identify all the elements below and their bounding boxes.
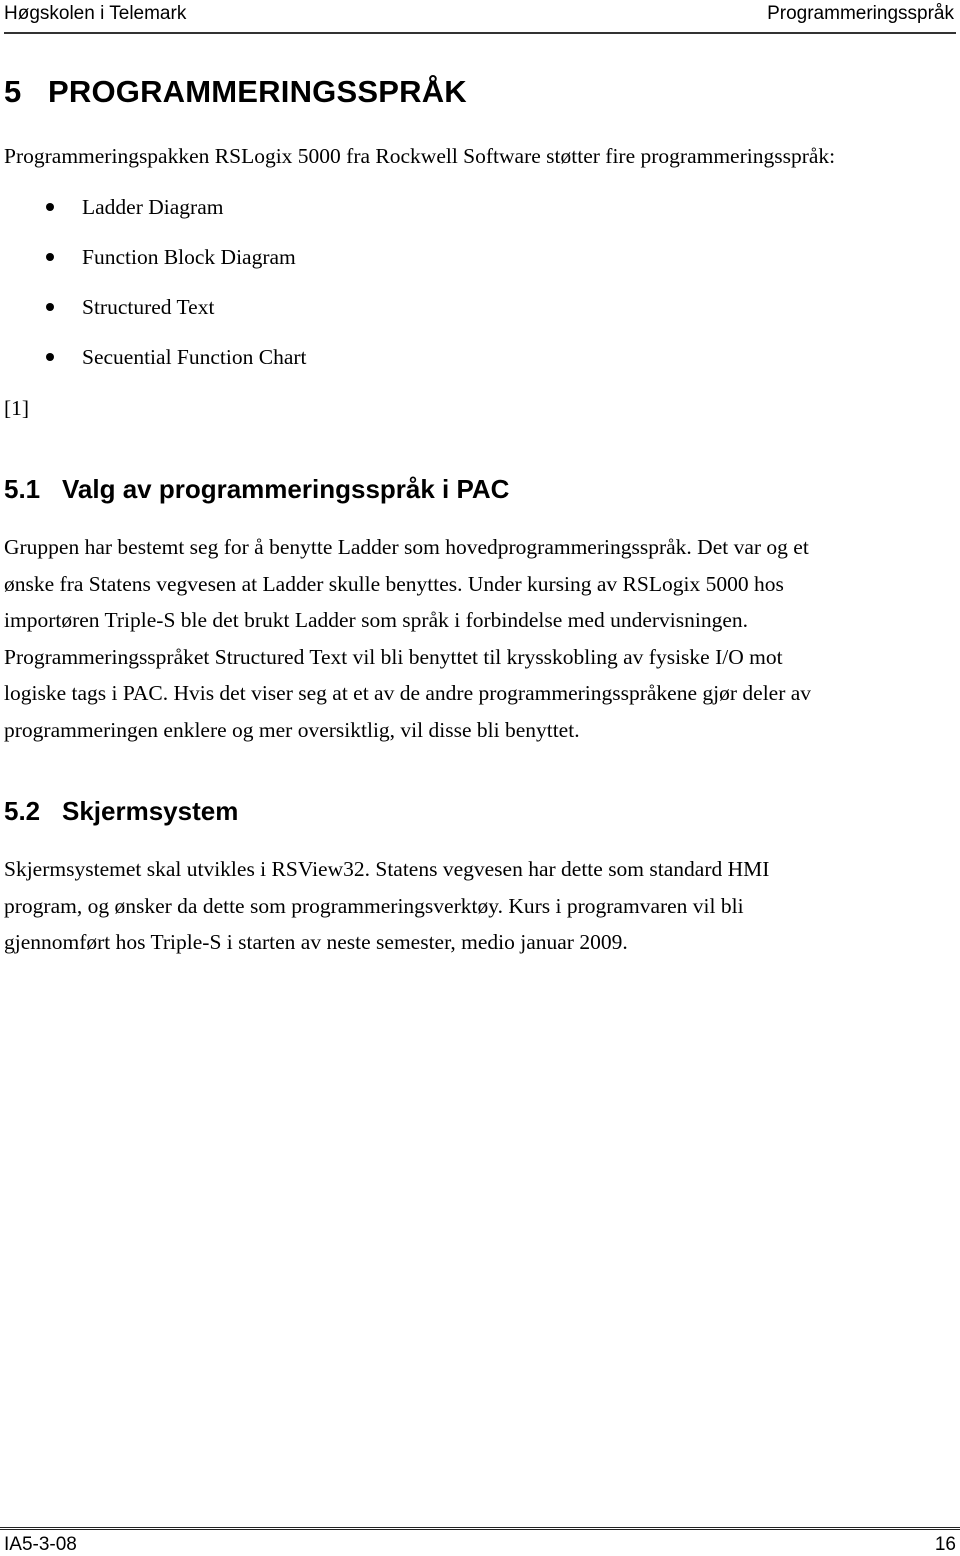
page-footer: IA5-3-08 16 xyxy=(0,1527,960,1555)
chapter-intro: Programmeringspakken RSLogix 5000 fra Ro… xyxy=(4,144,836,168)
section-title: Valg av programmeringsspråk i PAC xyxy=(62,474,510,504)
section-heading-5-1: 5.1 Valg av programmeringsspråk i PAC xyxy=(4,474,509,505)
section-title: Skjermsystem xyxy=(62,796,239,826)
list-item-label: Secuential Function Chart xyxy=(82,345,307,369)
page-number: 16 xyxy=(934,1534,956,1555)
paragraph-line: Skjermsystemet skal utvikles i RSView32.… xyxy=(4,857,770,881)
chapter-heading: 5 PROGRAMMERINGSSPRÅK xyxy=(4,74,467,110)
paragraph-line: gjennomført hos Triple-S i starten av ne… xyxy=(4,930,628,954)
list-item-label: Structured Text xyxy=(82,295,215,319)
paragraph-line: logiske tags i PAC. Hvis det viser seg a… xyxy=(4,681,812,705)
bullet-icon xyxy=(46,303,54,311)
paragraph-line: importøren Triple-S ble det brukt Ladder… xyxy=(4,608,749,632)
chapter-title: PROGRAMMERINGSSPRÅK xyxy=(48,74,467,109)
header-institution: Høgskolen i Telemark xyxy=(4,3,187,24)
reference-citation: [1] xyxy=(4,396,30,420)
list-item-label: Ladder Diagram xyxy=(82,195,224,219)
bullet-icon xyxy=(46,253,54,261)
section-heading-5-2: 5.2 Skjermsystem xyxy=(4,796,238,827)
header-chapter-title: Programmeringsspråk xyxy=(767,3,954,24)
paragraph-line: Gruppen har bestemt seg for å benytte La… xyxy=(4,535,809,559)
chapter-number: 5 xyxy=(4,74,22,109)
paragraph-line: ønske fra Statens vegvesen at Ladder sku… xyxy=(4,571,784,596)
list-item-label: Function Block Diagram xyxy=(82,245,296,269)
page-header: Høgskolen i Telemark Programmeringsspråk xyxy=(4,0,956,34)
section-5-2-paragraph: Skjermsystemet skal utvikles i RSView32.… xyxy=(4,856,769,966)
section-number: 5.2 xyxy=(4,796,41,826)
document-id: IA5-3-08 xyxy=(4,1534,77,1555)
paragraph-line: programmeringen enklere og mer oversiktl… xyxy=(4,717,580,742)
section-number: 5.1 xyxy=(4,474,41,504)
bullet-icon xyxy=(46,203,54,211)
paragraph-line: program, og ønsker da dette som programm… xyxy=(4,893,744,918)
bullet-icon xyxy=(46,353,54,361)
paragraph-line: Programmeringsspråket Structured Text vi… xyxy=(4,644,783,669)
section-5-1-paragraph: Gruppen har bestemt seg for å benytte La… xyxy=(4,534,811,753)
